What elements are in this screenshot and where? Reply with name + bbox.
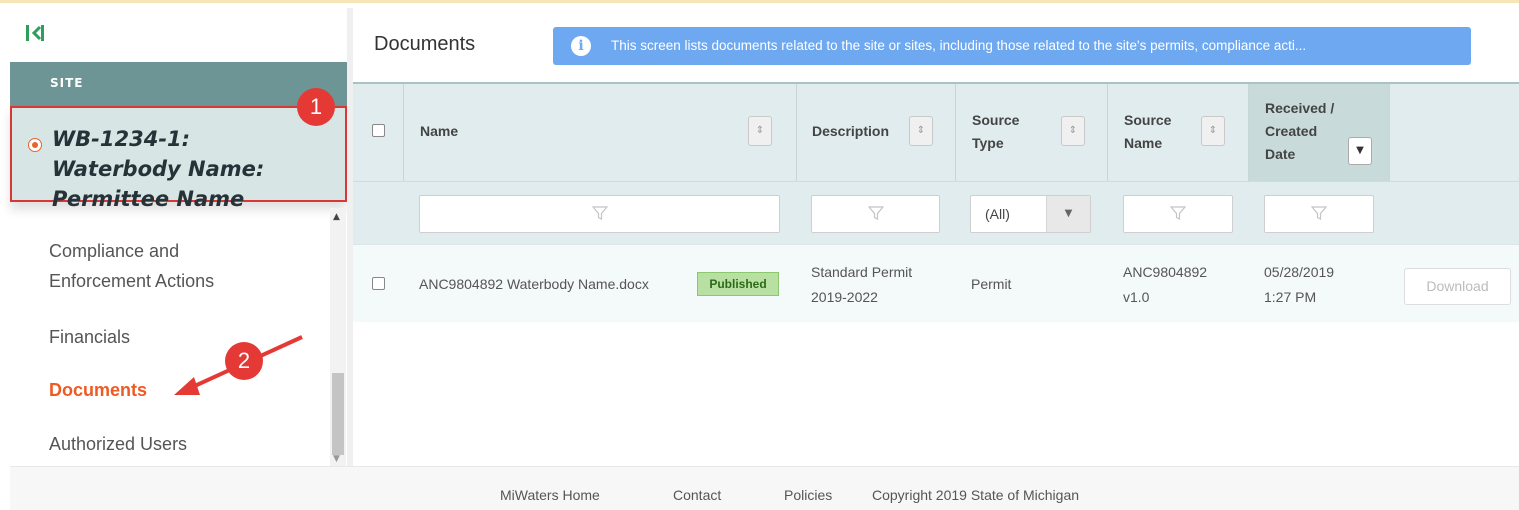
column-header-name[interactable]: Name: [420, 120, 458, 143]
column-header-received-date[interactable]: Received / Created Date: [1265, 97, 1345, 166]
top-accent-strip: [0, 0, 1519, 8]
row-checkbox[interactable]: [372, 277, 385, 290]
date-filter-input[interactable]: [1264, 195, 1374, 233]
source-name-filter-input[interactable]: [1123, 195, 1233, 233]
column-separator: [1248, 84, 1249, 181]
info-banner: i This screen lists documents related to…: [553, 27, 1471, 65]
footer-link-home[interactable]: MiWaters Home: [500, 487, 600, 503]
column-header-source-type[interactable]: Source Type: [972, 109, 1052, 155]
sidebar-item-compliance[interactable]: Compliance and Enforcement Actions: [49, 236, 279, 296]
scroll-down-icon[interactable]: ▼: [333, 454, 340, 464]
annotation-badge-1: 1: [297, 88, 335, 126]
main-panel: Documents i This screen lists documents …: [353, 8, 1519, 466]
site-header-band: SITE: [10, 62, 347, 106]
scroll-thumb[interactable]: [332, 373, 344, 455]
sidebar-item-financials[interactable]: Financials: [49, 322, 130, 352]
select-all-checkbox[interactable]: [372, 124, 385, 137]
grid-filter-row: (All) ▼: [353, 181, 1519, 244]
filter-icon: [1311, 206, 1327, 220]
page-title: Documents: [374, 33, 476, 55]
name-filter-input[interactable]: [419, 195, 780, 233]
annotation-badge-2: 2: [225, 342, 263, 380]
column-separator: [403, 84, 404, 181]
sidebar-scrollbar[interactable]: ▲ ▼: [330, 208, 346, 466]
footer: MiWaters Home Contact Policies Copyright…: [10, 466, 1519, 510]
site-name: WB-1234-1: Waterbody Name: Permittee Nam…: [52, 127, 265, 211]
sort-icon[interactable]: ⇕: [909, 116, 933, 146]
sidebar-item-authorized-users[interactable]: Authorized Users: [49, 429, 187, 459]
info-banner-text: This screen lists documents related to t…: [611, 38, 1307, 53]
filter-icon: [867, 206, 884, 220]
column-separator: [1389, 84, 1390, 181]
column-header-description[interactable]: Description: [812, 120, 889, 143]
document-source-type: Permit: [971, 276, 1012, 292]
footer-link-policies[interactable]: Policies: [784, 487, 832, 503]
column-header-source-name[interactable]: Source Name: [1124, 109, 1204, 155]
download-button[interactable]: Download: [1404, 268, 1511, 305]
status-badge: Published: [697, 272, 779, 296]
sidebar: SITE WB-1234-1: Waterbody Name: Permitte…: [10, 8, 347, 466]
document-name: ANC9804892 Waterbody Name.docx: [419, 276, 649, 292]
dropdown-arrow-icon[interactable]: ▼: [1046, 196, 1090, 232]
sort-icon[interactable]: ⇕: [1061, 116, 1085, 146]
selected-site-card[interactable]: WB-1234-1: Waterbody Name: Permittee Nam…: [10, 106, 347, 211]
footer-copyright: Copyright 2019 State of Michigan: [872, 487, 1080, 503]
footer-link-contact[interactable]: Contact: [673, 487, 721, 503]
radio-selected-icon[interactable]: [28, 138, 42, 152]
app-root: SITE WB-1234-1: Waterbody Name: Permitte…: [0, 0, 1519, 510]
source-type-filter-value: (All): [985, 206, 1010, 222]
source-type-filter-select[interactable]: (All) ▼: [970, 195, 1091, 233]
collapse-sidebar-icon[interactable]: [24, 23, 46, 43]
sidebar-item-documents[interactable]: Documents: [49, 375, 147, 405]
sort-desc-icon[interactable]: ▼: [1348, 137, 1372, 165]
info-icon: i: [571, 36, 591, 56]
description-filter-input[interactable]: [811, 195, 940, 233]
column-separator: [1107, 84, 1108, 181]
site-section-label: SITE: [50, 76, 84, 90]
column-separator: [796, 84, 797, 181]
filter-icon: [591, 206, 608, 220]
table-row[interactable]: ANC9804892 Waterbody Name.docx Published…: [353, 244, 1519, 322]
filter-icon: [1170, 206, 1186, 220]
document-description: Standard Permit 2019-2022: [811, 264, 913, 305]
scroll-up-icon[interactable]: ▲: [333, 212, 340, 222]
document-received-date: 05/28/2019 1:27 PM: [1264, 264, 1335, 305]
sort-icon[interactable]: ⇕: [748, 116, 772, 146]
document-source-name: ANC9804892 v1.0: [1123, 264, 1208, 305]
grid-header-row: Name ⇕ Description ⇕ Source Type ⇕ Sourc…: [353, 84, 1519, 181]
column-separator: [955, 84, 956, 181]
sort-icon[interactable]: ⇕: [1201, 116, 1225, 146]
